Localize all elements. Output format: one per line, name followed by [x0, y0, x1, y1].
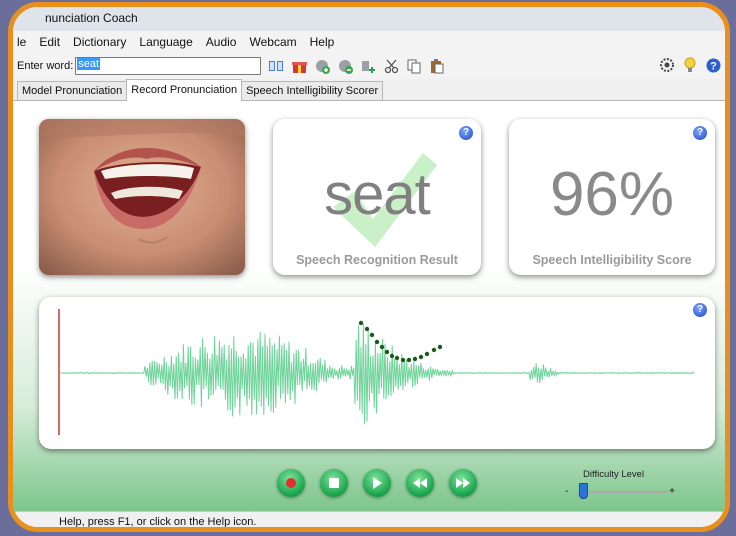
difficulty-plus: + — [669, 486, 675, 497]
book-icon[interactable] — [268, 58, 284, 74]
copy-icon[interactable] — [406, 58, 422, 74]
pitch-point — [394, 355, 400, 361]
gift-icon[interactable] — [291, 58, 307, 74]
play-button[interactable] — [363, 469, 391, 497]
score-card: ? 96% Speech Intelligibility Score — [509, 119, 715, 275]
stop-button[interactable] — [320, 469, 348, 497]
stop-icon — [329, 478, 339, 488]
pitch-point — [431, 347, 437, 353]
rewind-icon — [413, 478, 427, 488]
pitch-point — [374, 339, 380, 345]
add-icon[interactable] — [360, 58, 376, 74]
word-input-value: seat — [77, 58, 101, 70]
tab-speech-intelligibility-scorer[interactable]: Speech Intelligibility Scorer — [241, 81, 384, 100]
play-icon — [373, 477, 382, 489]
word-input[interactable]: seat — [75, 57, 262, 75]
difficulty-thumb[interactable] — [579, 483, 588, 499]
waveform — [60, 323, 695, 424]
remove-audio-icon[interactable] — [337, 58, 353, 74]
toolbar: Enter word: seat ? — [13, 53, 725, 79]
status-text: Help, press F1, or click on the Help ico… — [59, 516, 257, 528]
recognition-card: ? seat Speech Recognition Result — [273, 119, 481, 275]
tab-strip: Model Pronunciation Record Pronunciation… — [13, 79, 725, 101]
pitch-point — [406, 357, 412, 363]
pitch-contour — [358, 320, 443, 363]
menu-help[interactable]: Help — [310, 35, 335, 49]
webcam-image — [39, 119, 245, 275]
pitch-point — [437, 344, 443, 350]
pitch-point — [412, 356, 418, 362]
waveform-display — [58, 309, 695, 435]
record-pronunciation-panel: ? seat Speech Recognition Result ? 96% S… — [13, 101, 725, 511]
enter-word-label: Enter word: — [17, 60, 74, 72]
fast-forward-button[interactable] — [449, 469, 477, 497]
pitch-point — [369, 332, 375, 338]
score-help-icon[interactable]: ? — [693, 126, 707, 140]
status-bar: Help, press F1, or click on the Help ico… — [13, 511, 725, 528]
menu-audio[interactable]: Audio — [206, 35, 237, 49]
difficulty-title: Difficulty Level — [583, 469, 645, 480]
window-title: nunciation Coach — [45, 11, 138, 25]
pitch-point — [400, 357, 406, 363]
record-icon — [286, 478, 296, 488]
cut-icon[interactable] — [383, 58, 399, 74]
score-caption: Speech Intelligibility Score — [532, 253, 692, 267]
settings-icon[interactable] — [659, 57, 675, 73]
svg-text:?: ? — [710, 60, 717, 72]
add-audio-icon[interactable] — [314, 58, 330, 74]
help-icon[interactable]: ? — [705, 57, 721, 73]
title-bar: nunciation Coach — [13, 7, 725, 31]
pitch-point — [364, 326, 370, 332]
lightbulb-icon[interactable] — [682, 57, 698, 73]
pitch-point — [358, 320, 364, 326]
menu-file[interactable]: le — [17, 35, 26, 49]
difficulty-slider: Difficulty Level - + — [565, 469, 685, 503]
recognition-caption: Speech Recognition Result — [296, 253, 458, 267]
pitch-point — [384, 349, 390, 355]
tab-record-pronunciation[interactable]: Record Pronunciation — [126, 79, 243, 101]
intelligibility-score: 96% — [549, 160, 675, 229]
app-frame: nunciation Coach le Edit Dictionary Lang… — [8, 2, 730, 532]
pitch-point — [389, 353, 395, 359]
menu-bar: le Edit Dictionary Language Audio Webcam… — [13, 31, 725, 53]
record-button[interactable] — [277, 469, 305, 497]
menu-dictionary[interactable]: Dictionary — [73, 35, 126, 49]
menu-webcam[interactable]: Webcam — [249, 35, 296, 49]
paste-icon[interactable] — [429, 58, 445, 74]
difficulty-track[interactable] — [577, 491, 667, 493]
tab-model-pronunciation[interactable]: Model Pronunciation — [17, 81, 128, 100]
pitch-point — [379, 344, 385, 350]
recognized-word: seat — [324, 162, 431, 227]
rewind-button[interactable] — [406, 469, 434, 497]
pitch-point — [418, 354, 424, 360]
difficulty-minus: - — [565, 486, 569, 497]
menu-edit[interactable]: Edit — [39, 35, 60, 49]
waveform-card: ? — [39, 297, 715, 449]
fast-forward-icon — [456, 478, 470, 488]
playback-controls — [277, 469, 492, 497]
pitch-point — [424, 351, 430, 357]
recognition-help-icon[interactable]: ? — [459, 126, 473, 140]
menu-language[interactable]: Language — [139, 35, 192, 49]
